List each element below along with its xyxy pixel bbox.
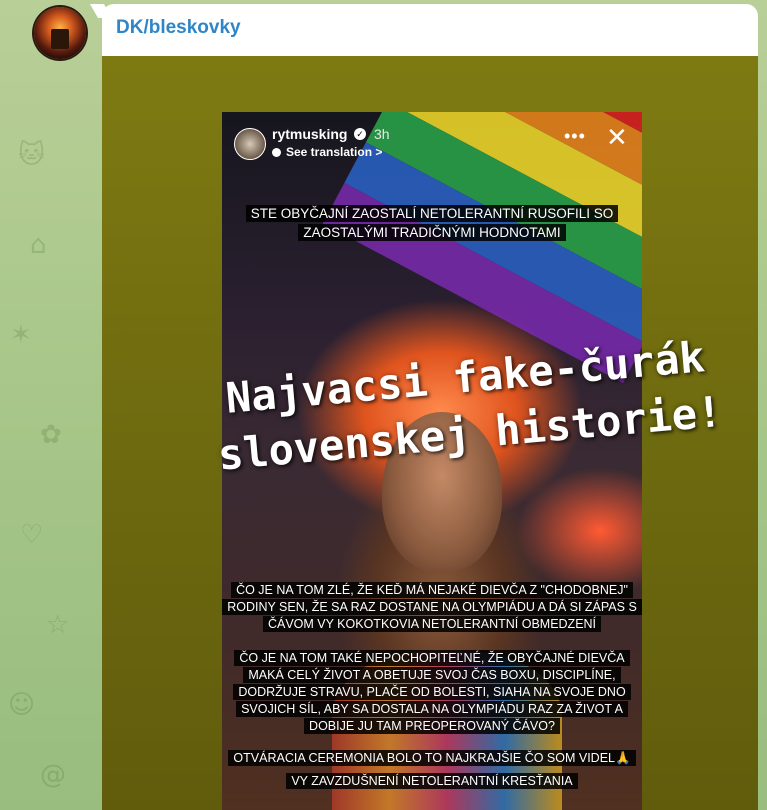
background-doodle-cat-icon: 🐱 <box>18 140 46 170</box>
caption-middle-2: ČO JE NA TOM TAKÉ NEPOCHOPITEĽNÉ, ŽE OBY… <box>222 650 642 735</box>
see-translation-link: See translation > <box>272 145 382 159</box>
close-icon: ✕ <box>606 122 628 152</box>
more-icon: ••• <box>564 126 586 146</box>
story-user-avatar <box>234 128 266 160</box>
caption-middle-1: ČO JE NA TOM ZLÉ, ŽE KEĎ MÁ NEJAKÉ DIEVČ… <box>222 582 642 633</box>
background-doodle-fish-icon: ✶ <box>10 320 32 350</box>
caption-bottom-1: OTVÁRACIA CEREMONIA BOLO TO NAJKRAJŠIE Č… <box>222 750 642 767</box>
caption-middle-2-text: ČO JE NA TOM TAKÉ NEPOCHOPITEĽNÉ, ŽE OBY… <box>233 650 631 734</box>
speech-bubble-icon <box>272 148 281 157</box>
verified-badge-icon: ✓ <box>354 128 366 140</box>
background-doodle-star-icon: ☆ <box>46 610 70 640</box>
caption-middle-1-text: ČO JE NA TOM ZLÉ, ŽE KEĎ MÁ NEJAKÉ DIEVČ… <box>222 582 642 632</box>
caption-bottom-2-text: VY ZAVZDUŠNENÍ NETOLERANTNÍ KRESŤANIA <box>286 773 578 789</box>
see-translation-label: See translation > <box>286 145 383 159</box>
caption-bottom-2: VY ZAVZDUŠNENÍ NETOLERANTNÍ KRESŤANIA <box>222 773 642 790</box>
channel-avatar[interactable] <box>34 7 86 59</box>
caption-top: STE OBYČAJNÍ ZAOSTALÍ NETOLERANTNÍ RUSOF… <box>222 204 642 242</box>
caption-bottom-1-text: OTVÁRACIA CEREMONIA BOLO TO NAJKRAJŠIE Č… <box>228 750 636 766</box>
story-username: rytmusking <box>272 126 348 142</box>
background-doodle-swirl-icon: @ <box>40 760 66 790</box>
caption-top-text: STE OBYČAJNÍ ZAOSTALÍ NETOLERANTNÍ RUSOF… <box>245 205 619 241</box>
message-bubble[interactable]: DK/bleskovky rytmusking ✓ 3h See transla… <box>102 4 758 810</box>
story-header: rytmusking ✓ 3h See translation > ••• ✕ <box>234 122 630 162</box>
channel-name[interactable]: DK/bleskovky <box>116 17 241 39</box>
message-media[interactable]: rytmusking ✓ 3h See translation > ••• ✕ … <box>102 56 758 810</box>
avatar-figure <box>51 29 69 49</box>
background-doodle-house-icon: ⌂ <box>30 230 47 260</box>
background-doodle-flower-icon: ✿ <box>40 420 62 450</box>
story-time: 3h <box>374 126 390 142</box>
background-doodle-heart-icon: ♡ <box>20 520 44 550</box>
background-doodle-cat2-icon: ☺ <box>8 690 36 720</box>
